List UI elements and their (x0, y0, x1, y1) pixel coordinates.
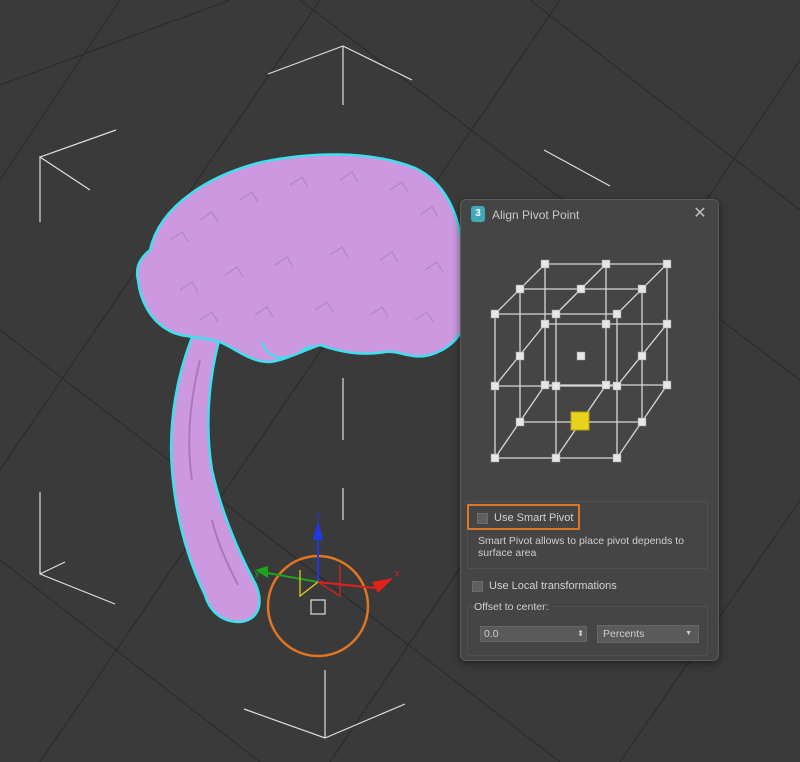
pivot-point[interactable] (662, 380, 672, 390)
pivot-point[interactable] (540, 259, 550, 269)
dialog-title: Align Pivot Point (492, 208, 580, 222)
dialog-titlebar[interactable]: 3 Align Pivot Point ✕ (461, 200, 718, 230)
x-axis-label: x (395, 568, 400, 578)
pivot-point[interactable] (662, 259, 672, 269)
local-transform-option[interactable]: Use Local transformations (472, 580, 617, 592)
pivot-point[interactable] (576, 284, 586, 294)
close-icon[interactable]: ✕ (690, 204, 710, 224)
pivot-point[interactable] (540, 380, 550, 390)
pivot-point[interactable] (612, 453, 622, 463)
offset-units-value: Percents (603, 628, 645, 640)
pivot-point[interactable] (490, 453, 500, 463)
z-axis-label: z (316, 510, 321, 520)
local-transform-label: Use Local transformations (489, 580, 617, 592)
app-icon: 3 (471, 206, 485, 222)
pivot-point[interactable] (490, 309, 500, 319)
pivot-point[interactable] (637, 417, 647, 427)
pivot-point[interactable] (612, 381, 622, 391)
pivot-point[interactable] (601, 319, 611, 329)
pivot-point[interactable] (637, 284, 647, 294)
offset-label: Offset to center: (474, 601, 552, 613)
pivot-point[interactable] (515, 417, 525, 427)
pivot-point[interactable] (490, 381, 500, 391)
pivot-point[interactable] (662, 319, 672, 329)
pivot-point[interactable] (515, 351, 525, 361)
pivot-point[interactable] (601, 380, 611, 390)
pivot-point[interactable] (601, 259, 611, 269)
pivot-point[interactable] (551, 309, 561, 319)
pivot-point[interactable] (576, 351, 586, 361)
offset-units-dropdown[interactable]: Percents ▼ (597, 625, 699, 643)
pivot-grid[interactable] (483, 252, 703, 472)
smart-pivot-description: Smart Pivot allows to place pivot depend… (478, 535, 685, 559)
align-pivot-dialog: 3 Align Pivot Point ✕ Use Smart Pivot Sm… (460, 199, 719, 661)
chevron-down-icon: ▼ (685, 630, 692, 637)
y-axis-label: y (255, 568, 260, 578)
pivot-point[interactable] (551, 453, 561, 463)
pivot-point[interactable] (551, 381, 561, 391)
smart-pivot-option[interactable]: Use Smart Pivot (477, 512, 573, 524)
pivot-point[interactable] (612, 309, 622, 319)
spinner-arrows-icon[interactable]: ⬍ (577, 627, 584, 641)
smart-pivot-label: Use Smart Pivot (494, 512, 574, 524)
smart-pivot-checkbox[interactable] (477, 512, 488, 524)
pivot-point[interactable] (515, 284, 525, 294)
pivot-point[interactable] (540, 319, 550, 329)
local-transform-checkbox[interactable] (472, 580, 483, 592)
offset-value: 0.0 (484, 628, 499, 640)
pivot-point-selected[interactable] (570, 411, 590, 431)
pivot-point[interactable] (637, 351, 647, 361)
offset-spinner[interactable]: 0.0 ⬍ (480, 626, 587, 642)
